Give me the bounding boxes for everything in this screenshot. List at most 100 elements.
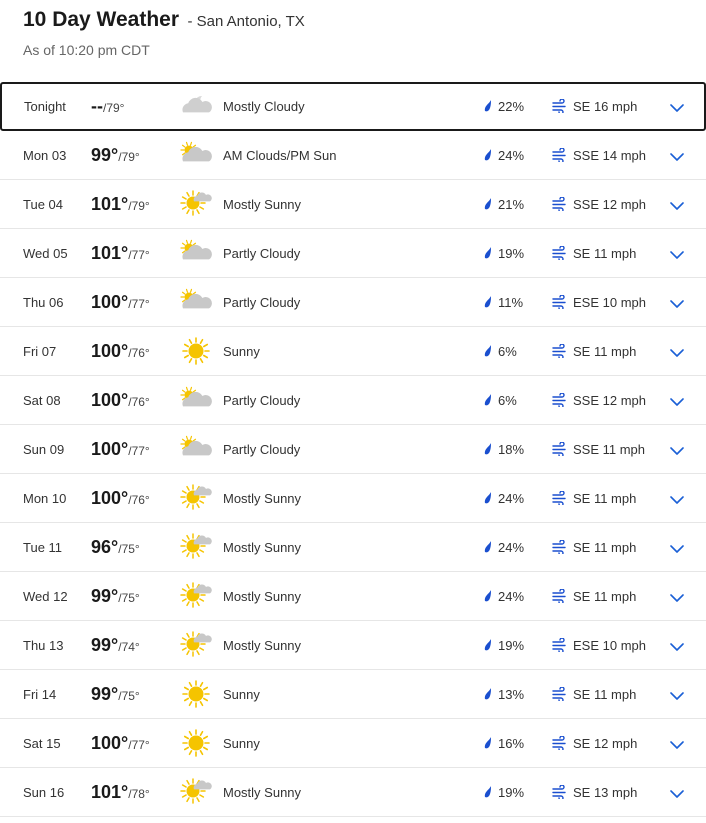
high-temp: 101° [91,782,129,802]
precip-chance: 19% [498,785,525,800]
high-temp: 100° [91,439,129,459]
precip-drop-icon [482,687,494,701]
forecast-row[interactable]: Mon 10 100°/76° Mostly Sunny 24% SE 11 m… [0,474,706,523]
forecast-row[interactable]: Thu 13 99°/74° Mostly Sunny 19% ESE 10 m… [0,621,706,670]
expand-chevron-icon[interactable] [670,444,684,455]
forecast-row[interactable]: Sun 09 100°/77° Partly Cloudy 18% SSE 11… [0,425,706,474]
partly-cloudy-icon [180,288,212,316]
sunny-icon [180,729,212,757]
expand-chevron-icon[interactable] [670,493,684,504]
day-label: Wed 05 [23,246,68,261]
mostly-sunny-icon [180,582,212,610]
temperature: 100°/77° [91,425,150,476]
precip-chance: 16% [498,736,525,751]
wind-value: SE 16 mph [573,99,638,114]
expand-chevron-icon[interactable] [670,395,684,406]
day-label: Tonight [24,99,66,114]
mostly-sunny-icon [180,533,212,561]
low-temp: /79° [118,150,140,164]
low-temp: /74° [118,640,140,654]
condition-label: Mostly Sunny [223,638,302,653]
forecast-row[interactable]: Sat 08 100°/76° Partly Cloudy 6% SSE 12 … [0,376,706,425]
precip-drop-icon [482,540,494,554]
expand-chevron-icon[interactable] [670,248,684,259]
low-temp: /76° [128,493,150,507]
mostly-sunny-icon [180,778,212,806]
precip-drop-icon [482,442,494,456]
precip-drop-icon [482,785,494,799]
day-label: Wed 12 [23,589,68,604]
high-temp: 100° [91,733,129,753]
condition-label: Mostly Sunny [223,197,302,212]
wind-value: SE 11 mph [573,246,637,261]
temperature: 101°/79° [91,180,150,231]
expand-chevron-icon[interactable] [670,738,684,749]
expand-chevron-icon[interactable] [670,787,684,798]
partly-cloudy-icon [180,435,212,463]
forecast-row[interactable]: Sat 15 100°/77° Sunny 16% SE 12 mph [0,719,706,768]
temperature: 99°/75° [91,572,140,623]
forecast-row[interactable]: Mon 03 99°/79° AM Clouds/PM Sun 24% SSE … [0,131,706,180]
wind-icon [552,784,568,801]
forecast-row[interactable]: Fri 07 100°/76° Sunny 6% SE 11 mph [0,327,706,376]
temperature: 100°/76° [91,327,150,378]
high-temp: 100° [91,488,129,508]
precip-chance: 21% [498,197,525,212]
forecast-row[interactable]: Wed 05 101°/77° Partly Cloudy 19% SE 11 … [0,229,706,278]
partly-cloudy-icon [180,386,212,414]
forecast-row[interactable]: Tonight --/79° Mostly Cloudy 22% SE 16 m… [0,82,706,131]
condition-label: Partly Cloudy [223,442,301,457]
temperature: 99°/79° [91,131,140,182]
expand-chevron-icon[interactable] [670,101,684,112]
low-temp: /78° [128,787,150,801]
day-label: Fri 14 [23,687,57,702]
wind-value: SE 12 mph [573,736,638,751]
expand-chevron-icon[interactable] [670,591,684,602]
temperature: 101°/78° [91,768,150,819]
precip-drop-icon [482,295,494,309]
wind-icon [552,245,568,262]
wind-icon [552,98,568,115]
expand-chevron-icon[interactable] [670,199,684,210]
condition-label: Partly Cloudy [223,393,301,408]
temperature: 99°/75° [91,670,140,721]
wind-icon [552,735,568,752]
wind-value: SE 11 mph [573,344,637,359]
expand-chevron-icon[interactable] [670,297,684,308]
precip-drop-icon [482,638,494,652]
condition-label: AM Clouds/PM Sun [223,148,337,163]
partly-cloudy-icon [180,239,212,267]
wind-icon [552,343,568,360]
forecast-row[interactable]: Tue 04 101°/79° Mostly Sunny 21% SSE 12 … [0,180,706,229]
title-line: 10 Day Weather - San Antonio, TX [23,8,305,32]
forecast-row[interactable]: Tue 11 96°/75° Mostly Sunny 24% SE 11 mp… [0,523,706,572]
expand-chevron-icon[interactable] [670,640,684,651]
condition-label: Partly Cloudy [223,295,301,310]
condition-label: Partly Cloudy [223,246,301,261]
page-header: 10 Day Weather - San Antonio, TX As of 1… [23,8,305,58]
precip-chance: 19% [498,246,525,261]
condition-label: Mostly Sunny [223,540,302,555]
day-label: Tue 11 [23,540,63,555]
precip-chance: 6% [498,344,517,359]
expand-chevron-icon[interactable] [670,346,684,357]
mostly-cloudy-night-icon [180,92,212,120]
low-temp: /79° [103,101,125,115]
day-label: Mon 10 [23,491,67,506]
expand-chevron-icon[interactable] [670,689,684,700]
wind-icon [552,490,568,507]
forecast-row[interactable]: Fri 14 99°/75° Sunny 13% SE 11 mph [0,670,706,719]
forecast-row[interactable]: Sun 16 101°/78° Mostly Sunny 19% SE 13 m… [0,768,706,817]
day-label: Thu 06 [23,295,64,310]
wind-icon [552,294,568,311]
expand-chevron-icon[interactable] [670,150,684,161]
forecast-row[interactable]: Wed 12 99°/75° Mostly Sunny 24% SE 11 mp… [0,572,706,621]
condition-label: Sunny [223,344,260,359]
temperature: 99°/74° [91,621,140,672]
forecast-row[interactable]: Thu 06 100°/77° Partly Cloudy 11% ESE 10… [0,278,706,327]
wind-value: SE 11 mph [573,491,637,506]
wind-icon [552,588,568,605]
expand-chevron-icon[interactable] [670,542,684,553]
precip-chance: 24% [498,589,525,604]
low-temp: /77° [128,248,150,262]
